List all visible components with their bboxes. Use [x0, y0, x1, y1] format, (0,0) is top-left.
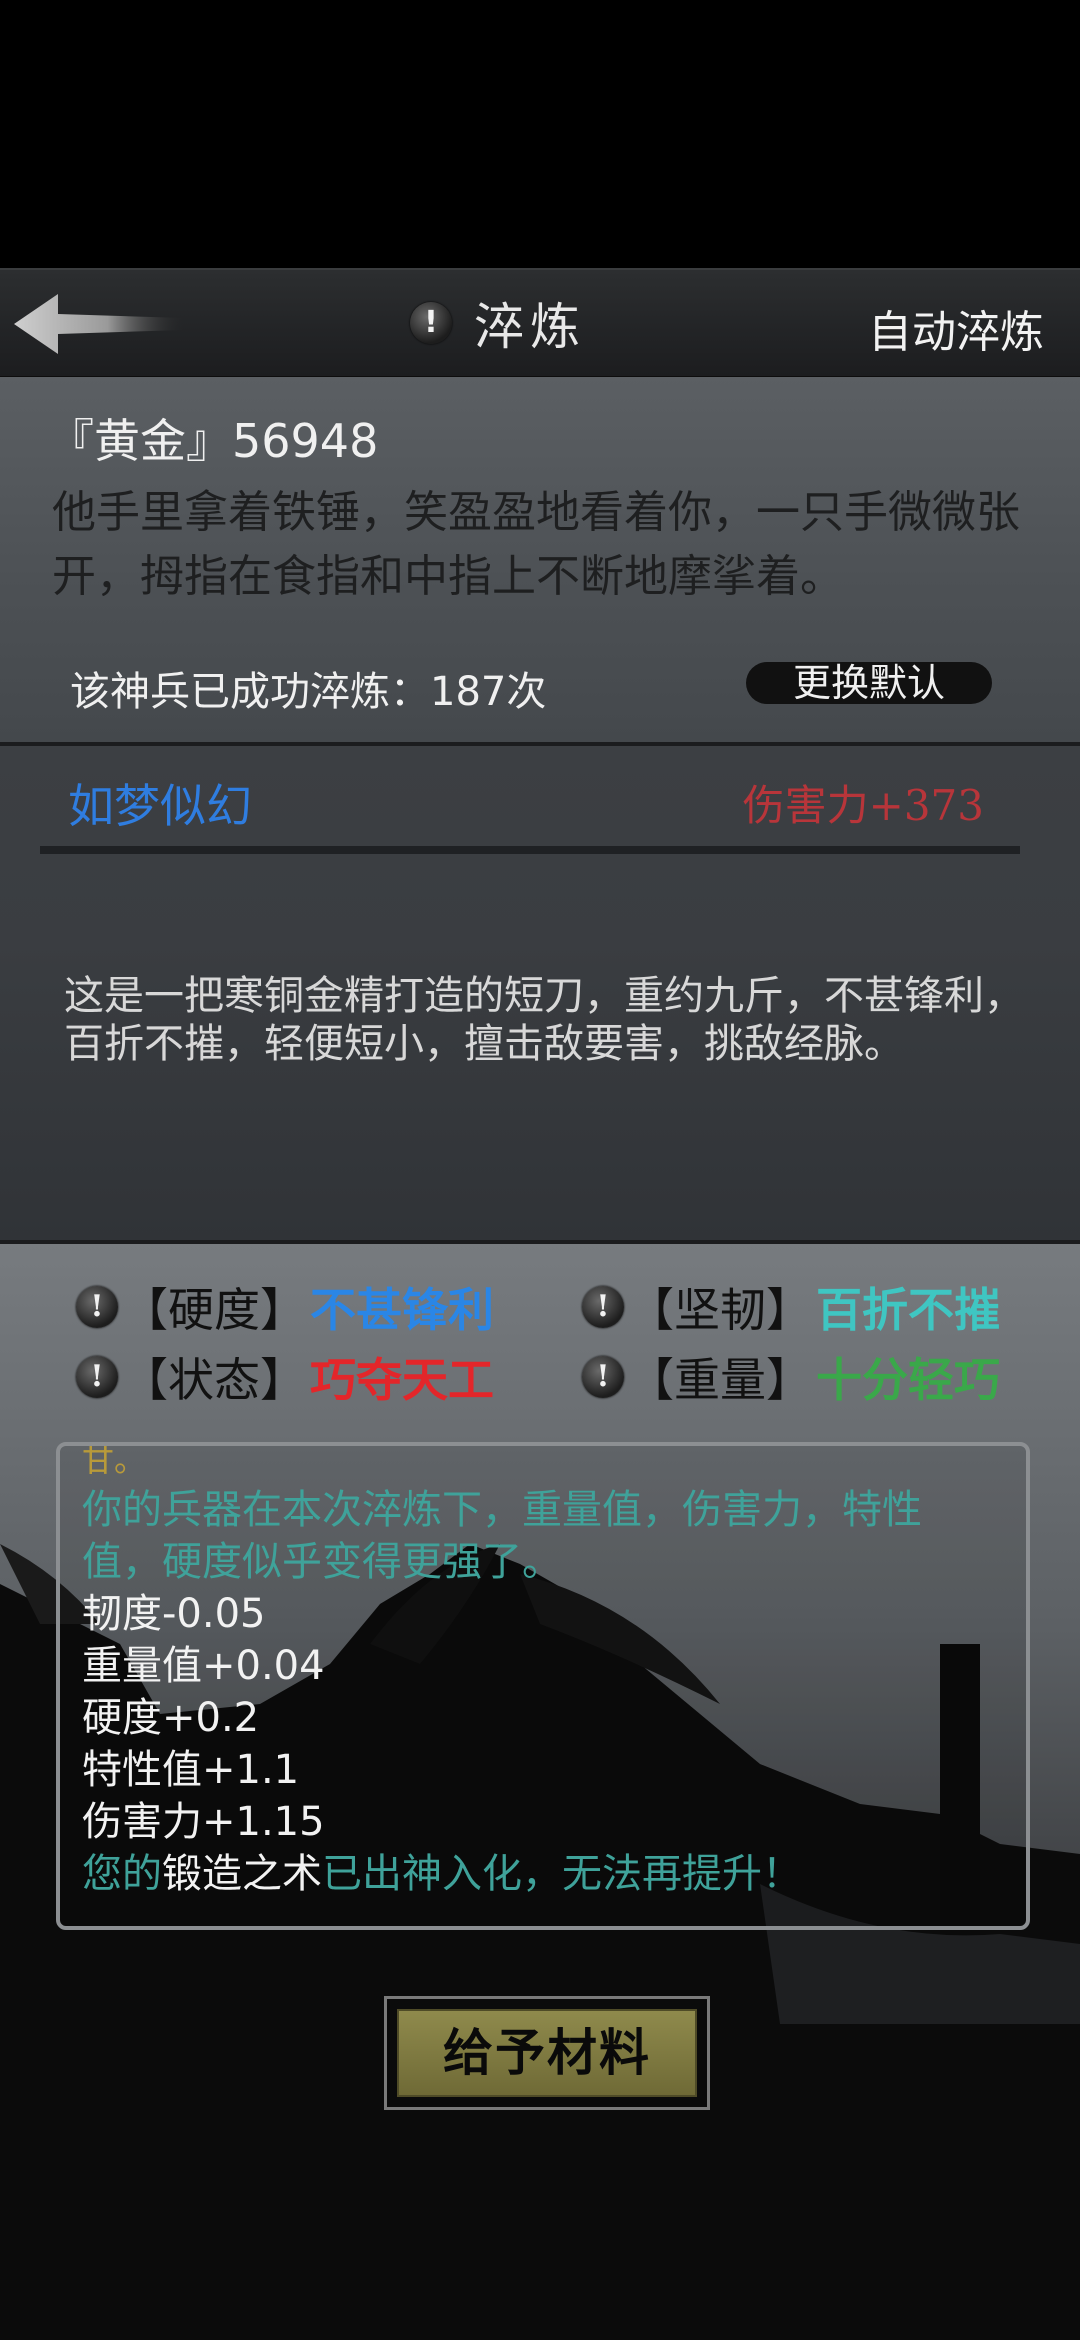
log-final-skill: 锻造之术	[162, 1851, 322, 1897]
give-material-label: 给予材料	[397, 2009, 697, 2097]
item-description: 他手里拿着铁锤，笑盈盈地看着你，一只手微微张开，拇指在食指和中指上不断地摩挲着。	[52, 487, 1020, 602]
refine-log[interactable]: 甘。 你的兵器在本次淬炼下，重量值，伤害力，特性 值，硬度似乎变得更强了。 韧度…	[56, 1442, 1030, 1930]
back-button[interactable]	[14, 292, 184, 356]
info-icon[interactable]: !	[582, 1286, 624, 1328]
back-arrow-icon	[14, 294, 184, 354]
attribute-area: ! 【硬度】 不甚锋利 ! 【坚韧】 百折不摧 ! 【状态】 巧夺天工 ! 【重…	[0, 1244, 1080, 2340]
auto-refine-button[interactable]: 自动淬炼	[868, 296, 1044, 360]
log-cutoff-line: 甘。	[82, 1442, 147, 1479]
refine-count: 该神兵已成功淬炼：187次	[70, 669, 547, 715]
attr-value: 百折不摧	[816, 1283, 1000, 1337]
info-icon[interactable]: !	[582, 1356, 624, 1398]
attr-hardness: ! 【硬度】 不甚锋利	[76, 1274, 494, 1340]
info-icon[interactable]: !	[76, 1356, 118, 1398]
log-change-line: 重量值+0.04	[82, 1643, 325, 1689]
attr-state: ! 【状态】 巧夺天工	[76, 1344, 494, 1410]
weapon-skill-name: 如梦似幻	[68, 779, 252, 833]
weapon-description: 这是一把寒铜金精打造的短刀，重约九斤，不甚锋利，百折不摧，轻便短小，擅击敌要害，…	[64, 973, 1024, 1067]
item-name: 『黄金』56948	[48, 414, 379, 468]
log-change-line: 伤害力+1.15	[82, 1799, 325, 1845]
attr-label: 【状态】	[122, 1353, 306, 1407]
attr-label: 【坚韧】	[628, 1283, 812, 1337]
attr-value: 巧夺天工	[310, 1353, 494, 1407]
divider	[40, 846, 1020, 854]
page-title: 淬炼	[474, 298, 586, 356]
weapon-panel: 如梦似幻 伤害力+373 这是一把寒铜金精打造的短刀，重约九斤，不甚锋利，百折不…	[0, 746, 1080, 1244]
attr-label: 【硬度】	[122, 1283, 306, 1337]
title-group: ! 淬炼	[410, 288, 586, 358]
change-default-button[interactable]: 更换默认	[746, 662, 992, 704]
attr-toughness: ! 【坚韧】 百折不摧	[582, 1274, 1000, 1340]
attr-weight: ! 【重量】 十分轻巧	[582, 1344, 1000, 1410]
damage-bonus: 伤害力+373	[742, 781, 984, 830]
log-change-line: 特性值+1.1	[82, 1747, 300, 1793]
give-material-button[interactable]: 给予材料	[384, 1996, 710, 2110]
info-icon[interactable]: !	[76, 1286, 118, 1328]
info-icon[interactable]: !	[410, 302, 452, 344]
log-change-line: 韧度-0.05	[82, 1591, 266, 1637]
item-info-panel: 『黄金』56948 他手里拿着铁锤，笑盈盈地看着你，一只手微微张开，拇指在食指和…	[0, 377, 1080, 746]
attr-label: 【重量】	[628, 1353, 812, 1407]
attr-value: 十分轻巧	[816, 1353, 1000, 1407]
log-summary-line: 值，硬度似乎变得更强了。	[82, 1539, 562, 1585]
log-change-line: 硬度+0.2	[82, 1695, 260, 1741]
header-bar: ! 淬炼 自动淬炼	[0, 268, 1080, 379]
log-final-part: 您的	[82, 1851, 162, 1897]
log-final-part: 已出神入化，无法再提升！	[322, 1851, 802, 1897]
log-summary-line: 你的兵器在本次淬炼下，重量值，伤害力，特性	[82, 1487, 922, 1533]
attr-value: 不甚锋利	[310, 1283, 494, 1337]
log-final-line: 您的锻造之术已出神入化，无法再提升！	[82, 1848, 802, 1900]
